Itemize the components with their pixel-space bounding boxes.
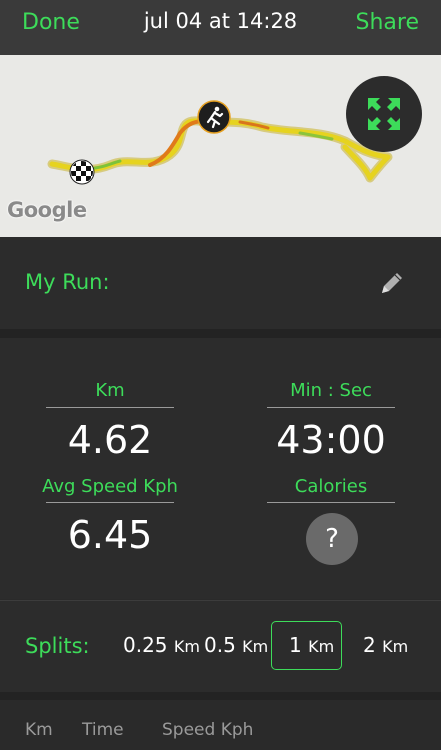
duration-label: Min : Sec	[290, 380, 372, 401]
pencil-icon[interactable]	[377, 268, 407, 298]
avg-speed-divider	[46, 502, 174, 503]
column-header-speed: Speed Kph	[162, 720, 254, 740]
distance-value: 4.62	[67, 418, 153, 462]
duration-value: 43:00	[276, 418, 386, 462]
column-header-time: Time	[82, 720, 124, 740]
route-map[interactable]: Google	[0, 55, 441, 237]
splits-label: Splits:	[25, 634, 90, 658]
calories-divider	[267, 502, 395, 503]
top-bar: Done jul 04 at 14:28 Share	[0, 0, 441, 55]
share-button[interactable]: Share	[356, 10, 420, 35]
column-header-km: Km	[25, 720, 53, 740]
duration-divider	[267, 407, 395, 408]
distance-label: Km	[95, 380, 125, 401]
calories-label: Calories	[294, 476, 368, 497]
google-logo: Google	[7, 198, 87, 222]
expand-icon	[368, 98, 400, 130]
runner-icon	[197, 100, 231, 134]
splits-selector: Splits: 0.25 Km 0.5 Km 1 Km 2 Km	[0, 600, 441, 692]
distance-divider	[46, 407, 174, 408]
expand-map-button[interactable]	[346, 76, 422, 152]
run-name-row: My Run:	[0, 237, 441, 329]
section-divider	[0, 329, 441, 338]
section-divider	[0, 692, 441, 700]
avg-speed-value: 6.45	[67, 513, 153, 557]
splits-table-header: Km Time Speed Kph	[0, 700, 441, 750]
split-option-1km[interactable]: 1 Km	[289, 633, 334, 657]
split-option-0-5km[interactable]: 0.5 Km	[204, 633, 268, 657]
finish-flag-icon	[69, 159, 95, 185]
split-option-2km[interactable]: 2 Km	[363, 633, 408, 657]
avg-speed-label: Avg Speed Kph	[42, 476, 178, 497]
stats-panel	[0, 338, 441, 599]
run-name-label: My Run:	[25, 270, 110, 294]
calories-help-button[interactable]: ?	[306, 513, 358, 565]
split-option-0-25km[interactable]: 0.25 Km	[123, 633, 200, 657]
